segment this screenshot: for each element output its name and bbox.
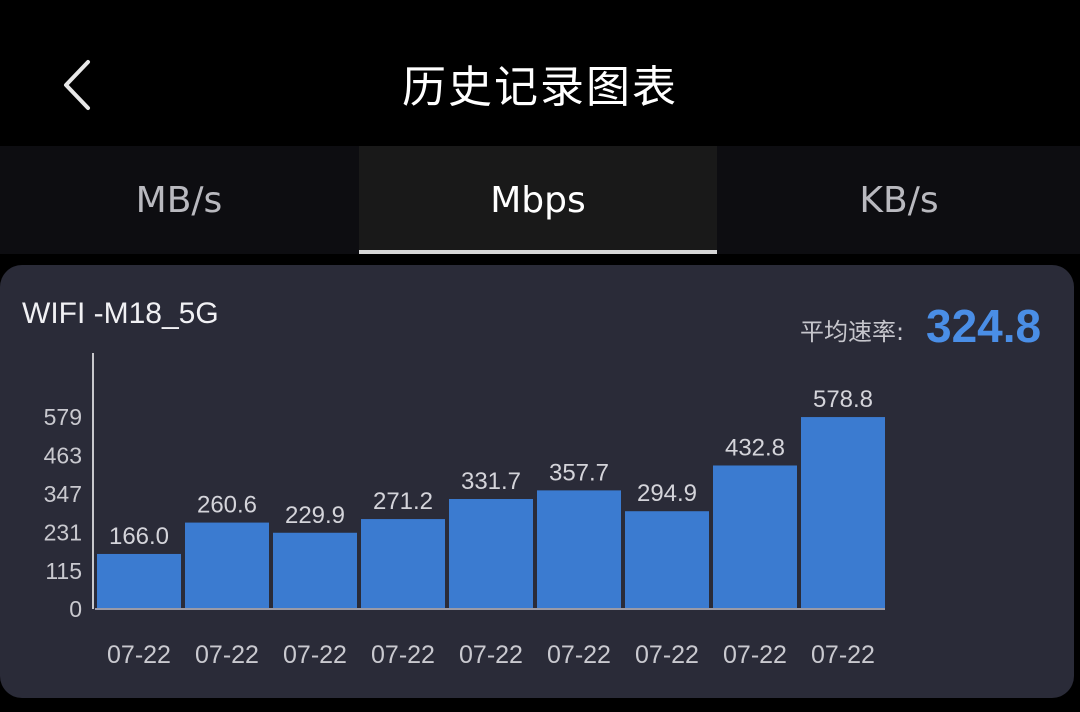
bar-value-label: 229.9 bbox=[285, 502, 345, 529]
network-name: WIFI -M18_5G bbox=[22, 297, 219, 330]
unit-tabs: MB/s Mbps KB/s bbox=[0, 146, 1080, 254]
x-tick-label: 07-22 bbox=[635, 641, 699, 669]
bar bbox=[273, 532, 357, 609]
bar bbox=[361, 519, 445, 609]
tab-mb-per-second[interactable]: MB/s bbox=[0, 146, 358, 254]
y-tick-label: 347 bbox=[44, 481, 82, 507]
bar-value-label: 166.0 bbox=[109, 523, 169, 550]
tab-mbps-label: Mbps bbox=[490, 180, 586, 221]
bar bbox=[97, 553, 181, 609]
tab-kb-per-second[interactable]: KB/s bbox=[720, 146, 1078, 254]
bar-value-label: 260.6 bbox=[197, 492, 257, 519]
bar-value-label: 357.7 bbox=[549, 459, 609, 486]
x-tick-label: 07-22 bbox=[107, 641, 171, 669]
x-tick-label: 07-22 bbox=[811, 641, 875, 669]
bar bbox=[537, 490, 621, 609]
y-tick-label: 115 bbox=[45, 558, 82, 584]
x-tick-label: 07-22 bbox=[371, 641, 435, 669]
x-tick-label: 07-22 bbox=[547, 641, 611, 669]
bar bbox=[449, 499, 533, 609]
x-tick-label: 07-22 bbox=[283, 641, 347, 669]
speed-history-chart: 0 115 231 347 463 579 166.0 07-22 260.6 07-22 229.… bbox=[44, 353, 885, 669]
y-tick-label: 463 bbox=[44, 442, 82, 468]
bar bbox=[625, 511, 709, 609]
x-tick-label: 07-22 bbox=[459, 641, 523, 669]
bar bbox=[801, 417, 885, 609]
bar-value-label: 331.7 bbox=[461, 468, 521, 495]
bar bbox=[713, 465, 797, 609]
y-tick-label: 0 bbox=[69, 596, 82, 622]
bar-value-label: 271.2 bbox=[373, 488, 433, 515]
bar bbox=[185, 522, 269, 609]
x-tick-label: 07-22 bbox=[723, 641, 787, 669]
bar-value-label: 432.8 bbox=[725, 434, 785, 461]
y-tick-label: 579 bbox=[44, 404, 82, 430]
active-tab-indicator bbox=[359, 250, 717, 254]
page-title: 历史记录图表 bbox=[402, 62, 678, 113]
y-tick-label: 231 bbox=[44, 519, 82, 545]
app-header: 历史记录图表 bbox=[0, 0, 1080, 146]
x-tick-label: 07-22 bbox=[195, 641, 259, 669]
bar-value-label: 578.8 bbox=[813, 386, 873, 413]
bar-value-label: 294.9 bbox=[637, 480, 697, 507]
tab-mbps[interactable]: Mbps bbox=[359, 146, 717, 254]
